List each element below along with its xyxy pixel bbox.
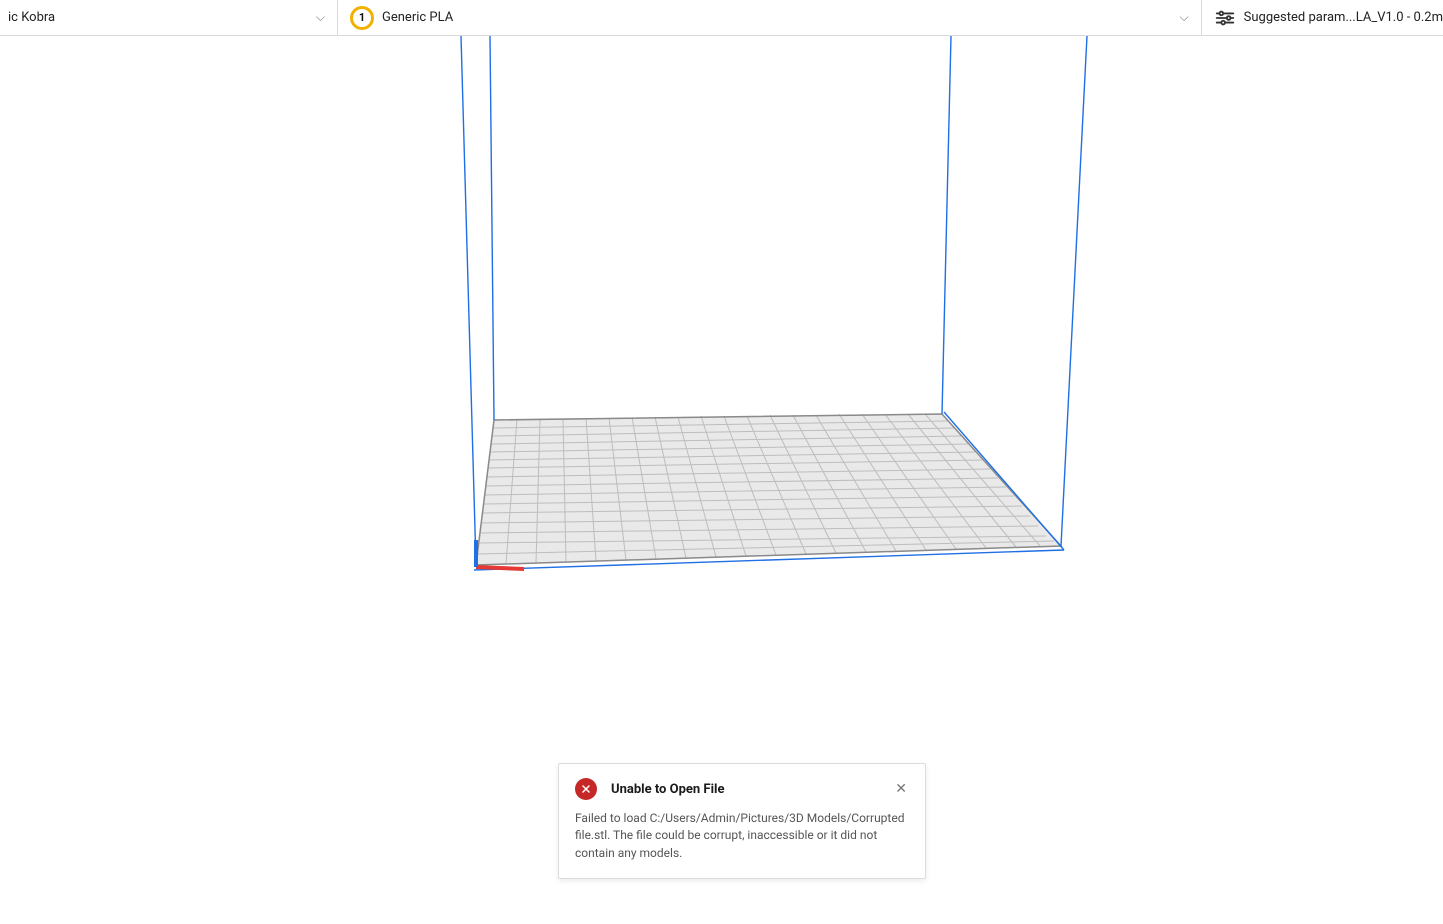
printer-dropdown[interactable]: ic Kobra ⌵	[0, 0, 338, 35]
material-label: Generic PLA	[382, 10, 453, 25]
error-dialog-body: Failed to load C:/Users/Admin/Pictures/3…	[575, 810, 909, 862]
error-dialog: Unable to Open File ✕ Failed to load C:/…	[558, 763, 926, 879]
spool-number: 1	[359, 11, 365, 24]
print-profile-dropdown[interactable]: Suggested param...LA_V1.0 - 0.2m	[1202, 0, 1443, 35]
profile-label: Suggested param...LA_V1.0 - 0.2m	[1244, 10, 1443, 25]
top-toolbar: ic Kobra ⌵ 1 Generic PLA ⌵ Suggested par…	[0, 0, 1443, 36]
filament-spool-icon: 1	[350, 6, 374, 30]
printer-label: ic Kobra	[8, 10, 55, 25]
chevron-down-icon: ⌵	[304, 10, 325, 25]
error-dialog-title: Unable to Open File	[611, 782, 724, 797]
error-dialog-header: Unable to Open File ✕	[575, 778, 909, 800]
sliders-icon	[1214, 7, 1236, 29]
chevron-down-icon: ⌵	[1168, 10, 1189, 25]
close-icon[interactable]: ✕	[893, 780, 909, 798]
error-icon	[575, 778, 597, 800]
material-dropdown[interactable]: 1 Generic PLA ⌵	[338, 0, 1202, 35]
